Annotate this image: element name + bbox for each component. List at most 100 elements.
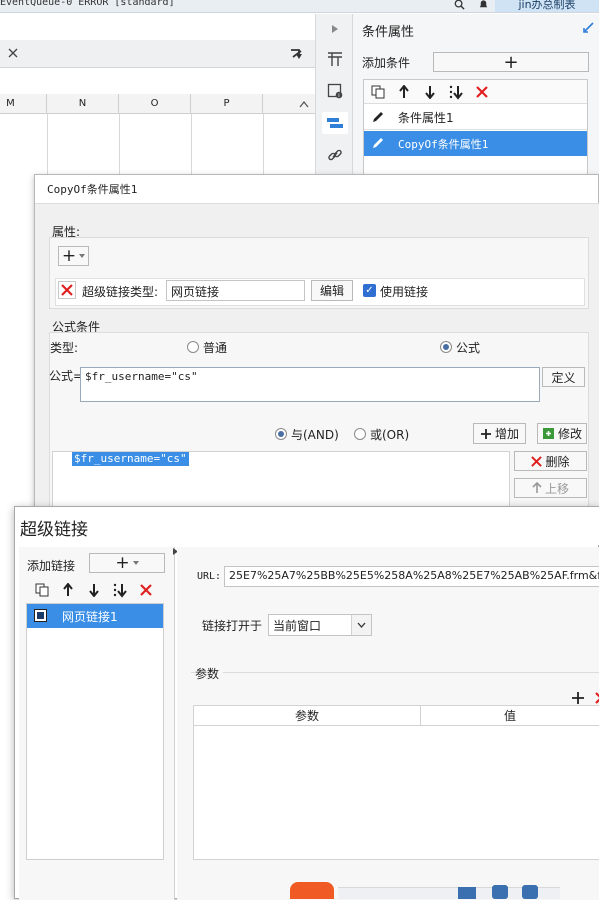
add-link-button[interactable]: +: [89, 553, 165, 573]
move-down-icon[interactable]: [422, 84, 438, 100]
dropdown-caret-icon: [79, 254, 86, 258]
logic-or-radio[interactable]: [354, 428, 366, 440]
copy-icon[interactable]: [34, 582, 50, 598]
remove-attr-icon[interactable]: [58, 281, 76, 299]
column-header[interactable]: M: [0, 94, 47, 114]
delete-param-icon[interactable]: [594, 691, 599, 705]
params-label: 参数: [195, 665, 224, 682]
delete-icon: [531, 455, 543, 467]
use-link-checkbox[interactable]: ✓: [363, 284, 376, 297]
link-list-item-selected[interactable]: 网页链接1: [27, 604, 163, 628]
formula-input[interactable]: $fr_username="cs": [80, 367, 540, 402]
plus-label: +: [115, 553, 130, 573]
link-type-field[interactable]: 网页链接: [166, 280, 305, 301]
input-method-icon[interactable]: [290, 882, 334, 899]
open-in-label: 链接打开于: [202, 619, 263, 633]
type-normal-radio[interactable]: [187, 341, 199, 353]
hyperlink-dialog: 超级链接 添加链接 + 网页链接1 URL: 25E7%25A7%25BB%25…: [14, 506, 599, 900]
add-condition-button[interactable]: +: [433, 52, 589, 73]
web-link-icon: [33, 608, 47, 622]
move-down-icon[interactable]: [86, 582, 102, 598]
divider: [191, 672, 599, 673]
open-in-select[interactable]: 当前窗口: [268, 614, 372, 636]
column-header[interactable]: P: [191, 94, 263, 114]
grid-line: [263, 114, 264, 176]
logic-and-radio[interactable]: [275, 428, 287, 440]
edit-button[interactable]: 编辑: [311, 280, 353, 301]
panel-toggle-icon[interactable]: [288, 46, 304, 62]
link-list: 网页链接1: [26, 603, 164, 860]
delete-icon[interactable]: [138, 582, 154, 598]
plus-label: +: [61, 246, 77, 266]
condition-dialog: CopyOf条件属性1 属性: + 超级链接类型: 网页链接 编辑 ✓ 使用链接…: [34, 174, 599, 510]
condition-list: 条件属性1 CopyOf条件属性1: [363, 79, 588, 179]
param-table-header: 参数 值: [194, 706, 599, 726]
dropdown-caret-icon: [132, 561, 139, 565]
cell-element-icon[interactable]: i: [322, 80, 348, 102]
modify-icon: [542, 428, 554, 439]
condition-list-toolbar: [364, 80, 587, 104]
delete-icon[interactable]: [474, 84, 490, 100]
condition-list-item[interactable]: 条件属性1: [364, 105, 587, 130]
tray-keyboard-icon[interactable]: [458, 887, 476, 899]
condition-list-item-selected[interactable]: CopyOf条件属性1: [364, 131, 587, 156]
collapse-arrow-icon[interactable]: [322, 18, 348, 40]
add-label: 增加: [494, 427, 519, 441]
condition-item-label: CopyOf条件属性1: [398, 138, 489, 151]
cell-attr-icon[interactable]: [322, 48, 348, 70]
type-label: 类型:: [50, 341, 79, 355]
add-param-icon[interactable]: [571, 691, 585, 705]
type-normal-label: 普通: [203, 341, 228, 355]
copy-icon[interactable]: [370, 84, 386, 100]
type-formula-radio[interactable]: [440, 341, 452, 353]
move-up-condition-button[interactable]: 上移: [514, 478, 587, 498]
scroll-up-icon[interactable]: [297, 97, 311, 111]
link-list-toolbar: [30, 579, 164, 601]
user-menu-button[interactable]: jin办总制表: [495, 0, 599, 12]
search-icon[interactable]: [452, 0, 466, 11]
pencil-icon: [369, 135, 385, 151]
grid-line: [47, 114, 48, 176]
logic-and-label: 与(AND): [291, 428, 339, 442]
top-status-bar: EventQueue-0 ERROR [standard] jin办总制表: [0, 0, 599, 13]
url-label: URL:: [197, 571, 222, 582]
move-up-icon[interactable]: [396, 84, 412, 100]
grid-line: [191, 114, 192, 176]
dialog-title: 超级链接: [15, 507, 599, 545]
open-in-value: 当前窗口: [273, 619, 322, 633]
column-header[interactable]: O: [119, 94, 191, 114]
grid-line: [119, 114, 120, 176]
value-col-header[interactable]: 值: [421, 706, 599, 726]
use-link-label: 使用链接: [380, 285, 429, 299]
column-header[interactable]: N: [47, 94, 119, 114]
svg-text:i: i: [338, 93, 339, 99]
panel-title: 条件属性: [362, 25, 415, 40]
tray-app-icon[interactable]: [492, 885, 508, 899]
param-col-header[interactable]: 参数: [194, 706, 421, 726]
sheet-tab-bar: [0, 40, 315, 68]
close-tab-icon[interactable]: [6, 46, 20, 60]
arrow-up-icon: [532, 482, 542, 493]
condition-tree-item[interactable]: $fr_username="cs": [72, 452, 189, 466]
condition-attr-icon[interactable]: [322, 112, 348, 134]
link-type-label: 超级链接类型:: [82, 285, 159, 299]
log-text: EventQueue-0 ERROR [standard]: [0, 0, 175, 8]
url-input[interactable]: 25E7%25A7%25BB%25E5%258A%25A8%25E7%25AB%…: [224, 566, 599, 587]
param-table: 参数 值: [193, 705, 599, 860]
add-condition-button[interactable]: 增加: [473, 423, 526, 444]
move-bottom-icon[interactable]: [111, 582, 129, 598]
pin-icon[interactable]: [581, 21, 595, 35]
tray-grid-icon[interactable]: [522, 885, 538, 899]
link-item-label: 网页链接1: [62, 610, 118, 624]
attr-add-button[interactable]: +: [58, 246, 89, 266]
define-button[interactable]: 定义: [542, 367, 585, 387]
move-up-icon[interactable]: [60, 582, 76, 598]
column-header-row: M N O P: [0, 94, 315, 114]
delete-condition-button[interactable]: 删除: [514, 451, 587, 471]
hyperlink-icon[interactable]: [322, 144, 348, 166]
bell-icon[interactable]: [476, 0, 490, 11]
delete-label: 删除: [545, 454, 570, 469]
add-link-label: 添加链接: [27, 559, 76, 573]
move-bottom-icon[interactable]: [447, 84, 465, 100]
modify-condition-button[interactable]: 修改: [537, 423, 587, 444]
